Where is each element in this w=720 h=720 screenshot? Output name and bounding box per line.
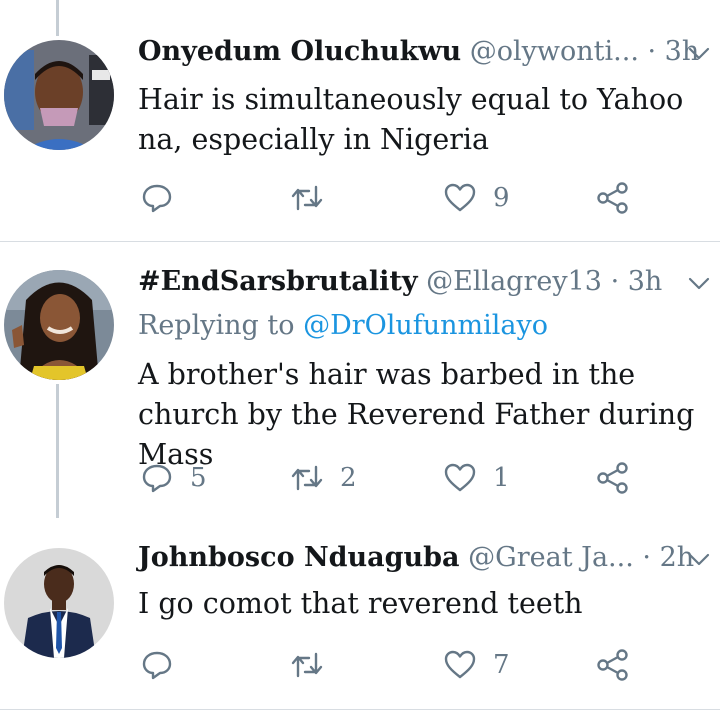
chevron-down-icon[interactable] [686,270,712,296]
heart-icon [444,463,476,492]
reply-icon [142,651,172,680]
share-button[interactable] [596,458,630,498]
reply-button[interactable] [140,178,190,218]
reply-count: 5 [190,463,207,493]
retweet-button[interactable] [290,178,340,218]
reply-button[interactable]: 5 [140,458,207,498]
reply-icon [142,184,172,213]
replying-to: Replying to @DrOlufunmilayo [138,310,548,341]
tweet-2[interactable]: #EndSarsbrutality @Ellagrey13 · 3h Reply… [0,242,720,518]
avatar[interactable] [4,40,114,150]
user-handle[interactable]: @olywonti... [470,36,639,67]
retweet-icon [291,185,323,211]
tweet-text: Hair is simultaneously equal to Yahoo na… [138,83,684,156]
like-count: 1 [493,463,510,493]
tweet-1[interactable]: Onyedum Oluchukwu @olywonti... · 3h Hair… [0,0,720,240]
share-icon [597,649,628,681]
display-name[interactable]: Johnbosco Nduaguba [138,542,460,573]
timestamp[interactable]: · 3h [611,266,663,297]
heart-icon [444,650,476,679]
user-handle[interactable]: @Great Ja... [468,542,634,573]
replying-to-label: Replying to [138,310,304,341]
tweet-actions: 7 [0,645,720,685]
retweet-button[interactable]: 2 [290,458,357,498]
like-button[interactable]: 7 [443,645,510,685]
tweet-text: I go comot that reverend teeth [138,587,583,620]
user-handle[interactable]: @Ellagrey13 [426,266,602,297]
chevron-down-icon[interactable] [686,546,712,572]
like-count: 9 [493,183,510,213]
reply-button[interactable] [140,645,190,685]
tweet-header: Johnbosco Nduaguba @Great Ja... · 2h [138,542,720,573]
retweet-icon [291,465,323,491]
retweet-icon [291,652,323,678]
share-icon [597,182,628,214]
retweet-count: 2 [340,463,357,493]
retweet-button[interactable] [290,645,340,685]
tweet-divider [0,709,720,710]
tweet-header: Onyedum Oluchukwu @olywonti... · 3h [138,36,720,67]
heart-icon [444,183,476,212]
like-button[interactable]: 1 [443,458,510,498]
share-button[interactable] [596,178,630,218]
tweet-actions: 5 2 1 [0,458,720,498]
tweet-actions: 9 [0,178,720,218]
tweet-3[interactable]: Johnbosco Nduaguba @Great Ja... · 2h I g… [0,518,720,720]
tweet-text: A brother's hair was barbed in the churc… [138,358,695,471]
like-button[interactable]: 9 [443,178,510,218]
display-name[interactable]: #EndSarsbrutality [138,266,418,297]
mention-link[interactable]: @DrOlufunmilayo [303,310,548,341]
like-count: 7 [493,650,510,680]
share-button[interactable] [596,645,630,685]
share-icon [597,462,628,494]
avatar[interactable] [4,270,114,380]
reply-icon [142,464,172,493]
avatar[interactable] [4,548,114,658]
chevron-down-icon[interactable] [686,40,712,66]
display-name[interactable]: Onyedum Oluchukwu [138,36,461,67]
tweet-header: #EndSarsbrutality @Ellagrey13 · 3h [138,266,720,297]
